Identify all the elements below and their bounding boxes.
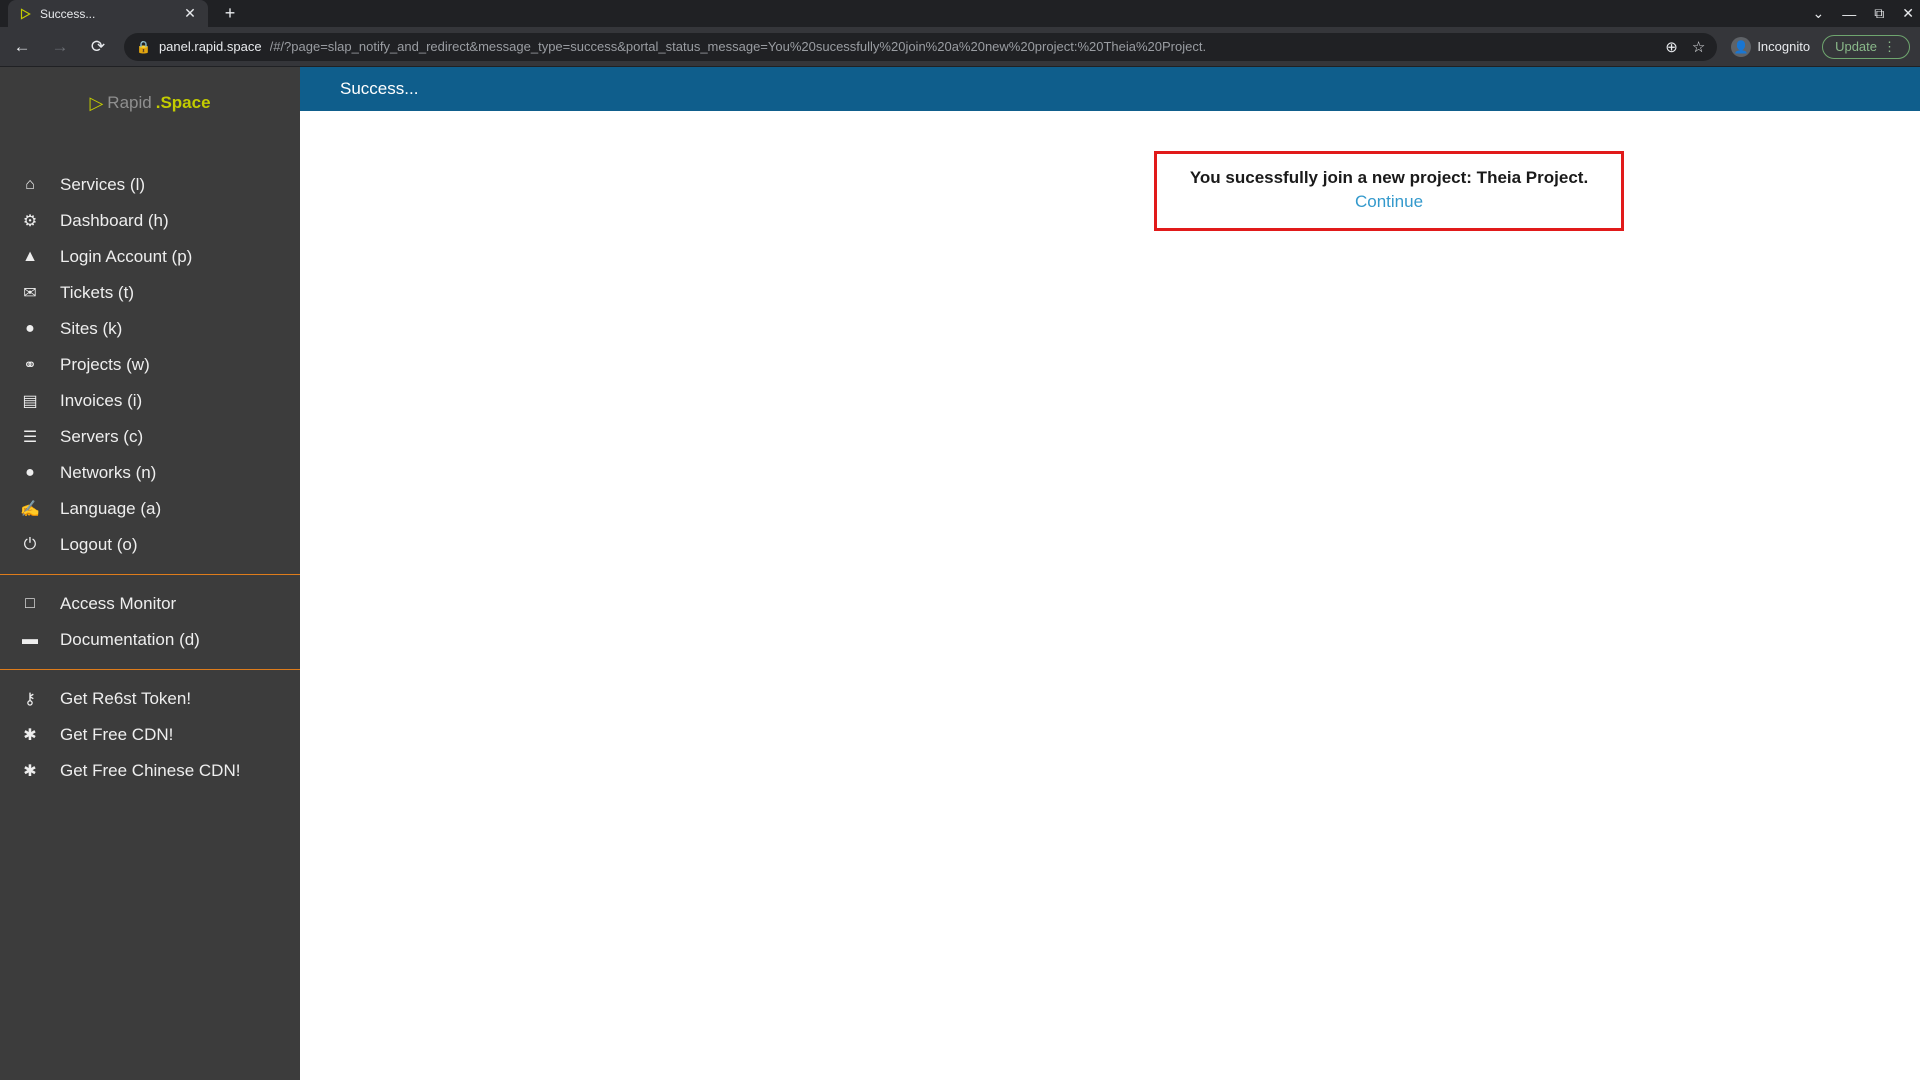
sidebar-item-label: Documentation (d) (60, 630, 200, 650)
sidebar: ▷ Rapid.Space ⌂ Services (l) ⚙ Dashboard (h… (0, 67, 300, 1080)
sidebar-item-label: Sites (k) (60, 319, 122, 339)
maximize-window-icon[interactable]: ⧉ (1874, 5, 1884, 22)
window-controls: ⌄ ― ⧉ ✕ (1813, 0, 1914, 27)
sidebar-item[interactable]: ⏻ Logout (o) (0, 527, 300, 563)
update-label: Update (1835, 39, 1877, 54)
sidebar-item[interactable]: ✱ Get Free Chinese CDN! (0, 753, 300, 789)
sidebar-item-label: Get Free CDN! (60, 725, 173, 745)
browser-tab-strip: Success... ✕ + ⌄ ― ⧉ ✕ (0, 0, 1920, 27)
sidebar-item-label: Language (a) (60, 499, 161, 519)
monitor-icon: □ (20, 595, 40, 613)
home-icon: ⌂ (20, 176, 40, 194)
sidebar-item-label: Projects (w) (60, 355, 150, 375)
minimize-window-icon[interactable]: ― (1842, 6, 1856, 22)
sidebar-divider (0, 574, 300, 575)
sidebar-item[interactable]: ☰ Servers (c) (0, 419, 300, 455)
sidebar-item-label: Networks (n) (60, 463, 156, 483)
tab-title: Success... (40, 7, 174, 21)
notice-message: You sucessfully join a new project: Thei… (1177, 168, 1601, 188)
browser-tab[interactable]: Success... ✕ (8, 0, 208, 27)
sidebar-item-label: Tickets (t) (60, 283, 134, 303)
power-icon: ⏻ (20, 536, 40, 554)
incognito-icon: 👤 (1731, 37, 1751, 57)
nav-section-tools: □ Access Monitor ▬ Documentation (d) (0, 586, 300, 658)
sidebar-item[interactable]: ⚙ Dashboard (h) (0, 203, 300, 239)
sidebar-item-label: Invoices (i) (60, 391, 142, 411)
app-root: ▷ Rapid.Space ⌂ Services (l) ⚙ Dashboard (h… (0, 67, 1920, 1080)
topbar: Success... (300, 67, 1920, 111)
close-tab-icon[interactable]: ✕ (182, 5, 198, 22)
new-tab-button[interactable]: + (220, 3, 240, 24)
nav-section-promo: ⚷ Get Re6st Token! ✱ Get Free CDN! ✱ Get Free… (0, 681, 300, 789)
bookmark-star-icon[interactable]: ☆ (1692, 38, 1705, 56)
sidebar-item[interactable]: ⌂ Services (l) (0, 167, 300, 203)
logo-text-1: Rapid (107, 93, 151, 113)
url-host: panel.rapid.space (159, 39, 262, 54)
sidebar-divider (0, 669, 300, 670)
browser-toolbar: ← → ⟳ 🔒 panel.rapid.space /#/?page=slap_… (0, 27, 1920, 67)
globe-icon: ● (20, 464, 40, 482)
content: You sucessfully join a new project: Thei… (300, 111, 1920, 1080)
credit-card-icon: ▤ (20, 391, 40, 411)
sidebar-item[interactable]: ▤ Invoices (i) (0, 383, 300, 419)
asterisk-icon: ✱ (20, 725, 40, 745)
sidebar-item[interactable]: ✉ Tickets (t) (0, 275, 300, 311)
asterisk-icon: ✱ (20, 761, 40, 781)
sidebar-item[interactable]: ✱ Get Free CDN! (0, 717, 300, 753)
sidebar-item[interactable]: ✍ Language (a) (0, 491, 300, 527)
comments-icon: ✉ (20, 283, 40, 303)
kebab-menu-icon[interactable]: ⋮ (1883, 39, 1897, 55)
reload-button[interactable]: ⟳ (86, 35, 110, 59)
logo-text-2: .Space (156, 93, 211, 113)
sidebar-item-label: Get Re6st Token! (60, 689, 191, 709)
tab-favicon-play-icon (18, 7, 32, 21)
sidebar-item-label: Services (l) (60, 175, 145, 195)
sidebar-item[interactable]: ⚷ Get Re6st Token! (0, 681, 300, 717)
language-icon: ✍ (20, 499, 40, 519)
map-marker-icon: ● (20, 320, 40, 338)
lock-icon: 🔒 (136, 40, 151, 54)
database-icon: ☰ (20, 427, 40, 447)
sidebar-item[interactable]: ● Networks (n) (0, 455, 300, 491)
sidebar-item[interactable]: ⚭ Projects (w) (0, 347, 300, 383)
sidebar-item-label: Get Free Chinese CDN! (60, 761, 240, 781)
user-icon: ▲ (20, 248, 40, 266)
success-notice: You sucessfully join a new project: Thei… (1154, 151, 1624, 231)
address-bar[interactable]: 🔒 panel.rapid.space /#/?page=slap_notify… (124, 33, 1717, 61)
sidebar-item[interactable]: ● Sites (k) (0, 311, 300, 347)
forward-button[interactable]: → (48, 35, 72, 59)
page-title: Success... (340, 79, 418, 99)
nav-section-main: ⌂ Services (l) ⚙ Dashboard (h) ▲ Login Accoun… (0, 139, 300, 563)
update-button[interactable]: Update ⋮ (1822, 35, 1910, 59)
sidebar-item-label: Access Monitor (60, 594, 176, 614)
chevron-down-icon[interactable]: ⌄ (1813, 5, 1825, 22)
share-icon: ⚭ (20, 355, 40, 375)
sidebar-item-label: Login Account (p) (60, 247, 192, 267)
sidebar-item[interactable]: ▬ Documentation (d) (0, 622, 300, 658)
book-icon: ▬ (20, 631, 40, 649)
sidebar-item-label: Logout (o) (60, 535, 138, 555)
logo-play-icon: ▷ (89, 93, 103, 114)
back-button[interactable]: ← (10, 35, 34, 59)
sidebar-item-label: Servers (c) (60, 427, 143, 447)
url-path: /#/?page=slap_notify_and_redirect&messag… (270, 39, 1658, 54)
sliders-icon: ⚙ (20, 211, 40, 231)
close-window-icon[interactable]: ✕ (1902, 5, 1914, 22)
incognito-label: Incognito (1757, 39, 1810, 54)
zoom-icon[interactable]: ⊕ (1665, 38, 1678, 56)
incognito-badge[interactable]: 👤 Incognito (1731, 37, 1810, 57)
continue-link[interactable]: Continue (1355, 192, 1423, 212)
sidebar-item-label: Dashboard (h) (60, 211, 169, 231)
sidebar-item[interactable]: ▲ Login Account (p) (0, 239, 300, 275)
key-icon: ⚷ (20, 689, 40, 709)
main-area: Success... You sucessfully join a new pr… (300, 67, 1920, 1080)
sidebar-item[interactable]: □ Access Monitor (0, 586, 300, 622)
brand-logo[interactable]: ▷ Rapid.Space (0, 67, 300, 139)
